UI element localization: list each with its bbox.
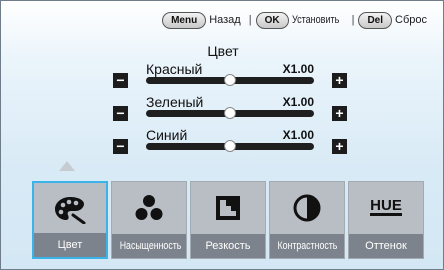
hint-separator: |	[248, 14, 252, 26]
green-slider-thumb[interactable]	[224, 107, 236, 119]
red-slider-track[interactable]	[146, 74, 314, 86]
hint-bar: Menu Назад | OK Установить | Del Сброс	[162, 10, 431, 30]
sharpness-icon	[216, 196, 240, 220]
option-saturation[interactable]: Насыщенность	[111, 181, 187, 259]
option-label: Насыщенность	[112, 234, 186, 258]
slider-row-blue: Синий X1.00 − +	[113, 127, 347, 157]
ok-key-badge[interactable]: OK	[255, 11, 289, 29]
menu-key-badge[interactable]: Menu	[162, 11, 207, 29]
increase-green-button[interactable]: +	[332, 106, 347, 121]
del-key-badge[interactable]: Del	[358, 11, 393, 29]
option-label-text: Контрастность	[277, 240, 338, 252]
option-label-text: Насыщенность	[119, 240, 182, 252]
slider-value: X1.00	[282, 62, 314, 76]
slider-value: X1.00	[282, 95, 314, 109]
slider-row-red: Красный X1.00 − +	[113, 61, 347, 91]
option-sharpness[interactable]: Резкость	[190, 181, 266, 259]
color-settings-screen: Menu Назад | OK Установить | Del Сброс Ц…	[0, 0, 444, 270]
page-title: Цвет	[207, 43, 239, 59]
decrease-blue-button[interactable]: −	[113, 139, 128, 154]
slider-label: Зеленый	[146, 94, 204, 110]
palette-icon	[55, 197, 86, 224]
three-dots-icon	[135, 195, 163, 220]
decrease-red-button[interactable]: −	[113, 73, 128, 88]
decrease-green-button[interactable]: −	[113, 106, 128, 121]
option-label: Резкость	[191, 234, 265, 258]
slider-label: Красный	[146, 61, 203, 77]
hue-icon: HUE	[370, 197, 402, 216]
slider-label: Синий	[146, 127, 188, 143]
red-slider-thumb[interactable]	[224, 74, 236, 86]
slider-value: X1.00	[282, 128, 314, 142]
increase-red-button[interactable]: +	[332, 73, 347, 88]
option-contrast[interactable]: Контрастность	[269, 181, 345, 259]
blue-slider-thumb[interactable]	[224, 140, 236, 152]
increase-blue-button[interactable]: +	[332, 139, 347, 154]
option-hue[interactable]: HUE Оттенок	[348, 181, 424, 259]
slider-row-green: Зеленый X1.00 − +	[113, 94, 347, 124]
green-slider-track[interactable]	[146, 107, 314, 119]
set-hint-label: Установить	[291, 14, 339, 26]
up-arrow-icon	[59, 161, 75, 171]
blue-slider-track[interactable]	[146, 140, 314, 152]
option-label: Оттенок	[349, 234, 423, 258]
reset-hint-label: Сброс	[395, 14, 427, 26]
hue-icon-text: HUE	[370, 197, 402, 214]
option-label: Цвет	[34, 233, 106, 257]
option-label: Контрастность	[270, 234, 344, 258]
option-color[interactable]: Цвет	[32, 181, 108, 259]
hint-separator: |	[351, 14, 355, 26]
contrast-icon	[293, 194, 321, 222]
back-hint-label: Назад	[209, 14, 241, 26]
